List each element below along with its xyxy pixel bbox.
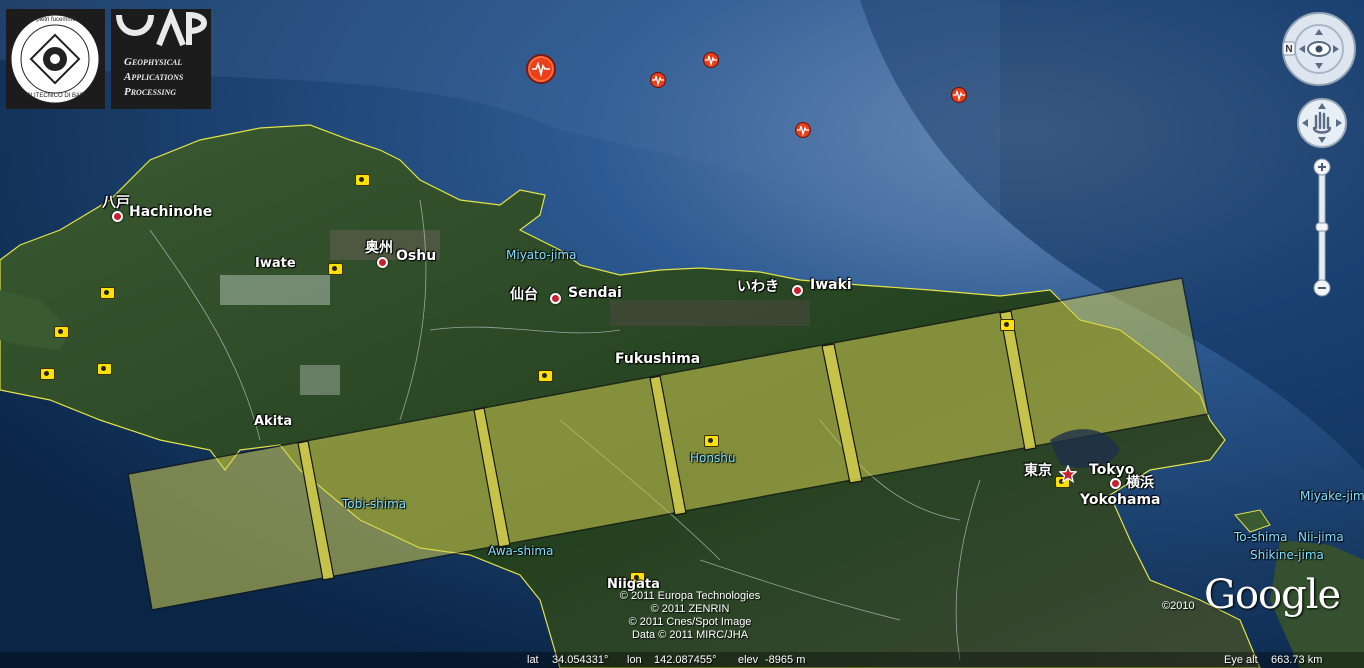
lat-label: lat bbox=[527, 654, 539, 666]
map-viewport[interactable]: de pietri fucemmo all POLITECNICO DI BAR… bbox=[0, 0, 1364, 668]
lon-label: lon bbox=[627, 654, 642, 666]
status-bar: lat 34.054331° lon 142.087455° elev -896… bbox=[0, 652, 1364, 668]
label-yokohama-jp: 横浜 bbox=[1126, 475, 1154, 491]
label-honshu: Honshu bbox=[690, 451, 736, 465]
polimi-name: POLITECNICO DI BARI bbox=[22, 93, 87, 99]
label-fukushima: Fukushima bbox=[615, 351, 701, 367]
label-akita: Akita bbox=[254, 414, 293, 429]
copyright-line: © 2011 ZENRIN bbox=[650, 603, 730, 615]
label-sendai-jp: 仙台 bbox=[510, 287, 538, 303]
google-year: ©2010 bbox=[1162, 600, 1195, 612]
city-marker-iwaki[interactable] bbox=[792, 285, 803, 296]
city-marker-yokohama[interactable] bbox=[1110, 478, 1121, 489]
earthquake-icon[interactable] bbox=[528, 56, 554, 82]
label-hachinohe-jp: 八戸 bbox=[102, 195, 130, 211]
gap-mark-icon bbox=[116, 6, 207, 47]
elev-value: -8965 m bbox=[765, 654, 806, 666]
label-hachinohe: Hachinohe bbox=[129, 204, 213, 220]
north-label: N bbox=[1285, 44, 1292, 55]
label-miyake-jima: Miyake-jima bbox=[1300, 489, 1364, 503]
gap-logo: Geophysical Applications Processing bbox=[111, 6, 211, 109]
cloud-1 bbox=[220, 275, 330, 305]
label-sendai: Sendai bbox=[568, 285, 622, 301]
city-marker-sendai[interactable] bbox=[550, 293, 561, 304]
earthquake-icon[interactable] bbox=[795, 122, 811, 138]
label-iwaki-jp: いわき bbox=[737, 279, 779, 295]
copyright-line: Data © 2011 MIRC/JHA bbox=[631, 629, 749, 641]
gap-line-3: Processing bbox=[124, 86, 177, 98]
earthquake-icon[interactable] bbox=[650, 72, 666, 88]
earthquake-icon[interactable] bbox=[703, 52, 719, 68]
label-nii-jima: Nii-jima bbox=[1298, 530, 1344, 544]
photo-icon[interactable] bbox=[328, 263, 343, 275]
copyright-line: © 2011 Cnes/Spot Image bbox=[628, 616, 752, 628]
label-tokyo-jp: 東京 bbox=[1024, 463, 1052, 479]
star-icon[interactable] bbox=[1059, 465, 1077, 483]
copyright-block: © 2011 Europa Technologies © 2011 ZENRIN… bbox=[580, 590, 800, 642]
gap-line-1: Geophysical bbox=[124, 56, 183, 68]
pan-hand-icon[interactable] bbox=[1297, 98, 1347, 148]
lon-value: 142.087455° bbox=[654, 654, 717, 666]
label-tobi-shima: Tobi-shima bbox=[342, 497, 407, 511]
city-marker-hachinohe[interactable] bbox=[112, 211, 123, 222]
city-marker-oshu[interactable] bbox=[377, 257, 388, 268]
photo-icon[interactable] bbox=[100, 287, 115, 299]
eye-alt-value: 663.73 km bbox=[1271, 654, 1323, 666]
lat-value: 34.054331° bbox=[552, 654, 609, 666]
patch-2 bbox=[610, 300, 810, 326]
polimi-motto: de pietri fucemmo all bbox=[28, 17, 84, 23]
label-yokohama: Yokohama bbox=[1080, 492, 1161, 508]
navigation-controls: N bbox=[1282, 10, 1362, 310]
google-logo: Google bbox=[1204, 572, 1341, 618]
elev-label: elev bbox=[738, 654, 759, 666]
photo-icon[interactable] bbox=[704, 435, 719, 447]
label-shikine-jima: Shikine-jima bbox=[1250, 548, 1324, 562]
politecnico-logo: de pietri fucemmo all POLITECNICO DI BAR… bbox=[6, 9, 105, 109]
photo-icon[interactable] bbox=[355, 174, 370, 186]
label-awa-shima: Awa-shima bbox=[488, 544, 554, 558]
label-oshu-jp: 奥州 bbox=[365, 240, 393, 256]
label-miyato-jima: Miyato-jima bbox=[506, 248, 577, 262]
label-iwate: Iwate bbox=[255, 256, 296, 271]
photo-icon[interactable] bbox=[97, 363, 112, 375]
label-oshu: Oshu bbox=[396, 248, 437, 264]
photo-icon[interactable] bbox=[40, 368, 55, 380]
photo-icon[interactable] bbox=[538, 370, 553, 382]
eye-alt-label: Eye alt bbox=[1224, 654, 1258, 666]
zoom-slider[interactable] bbox=[1313, 158, 1331, 297]
gap-line-2: Applications bbox=[124, 71, 184, 83]
photo-icon[interactable] bbox=[54, 326, 69, 338]
earthquake-icon[interactable] bbox=[951, 87, 967, 103]
copyright-line: © 2011 Europa Technologies bbox=[619, 590, 761, 602]
label-iwaki: Iwaki bbox=[810, 277, 852, 293]
zoom-slider-thumb[interactable] bbox=[1315, 222, 1329, 232]
cloud-2 bbox=[300, 365, 340, 395]
label-to-shima: To-shima bbox=[1234, 530, 1288, 544]
photo-icon[interactable] bbox=[1000, 319, 1015, 331]
